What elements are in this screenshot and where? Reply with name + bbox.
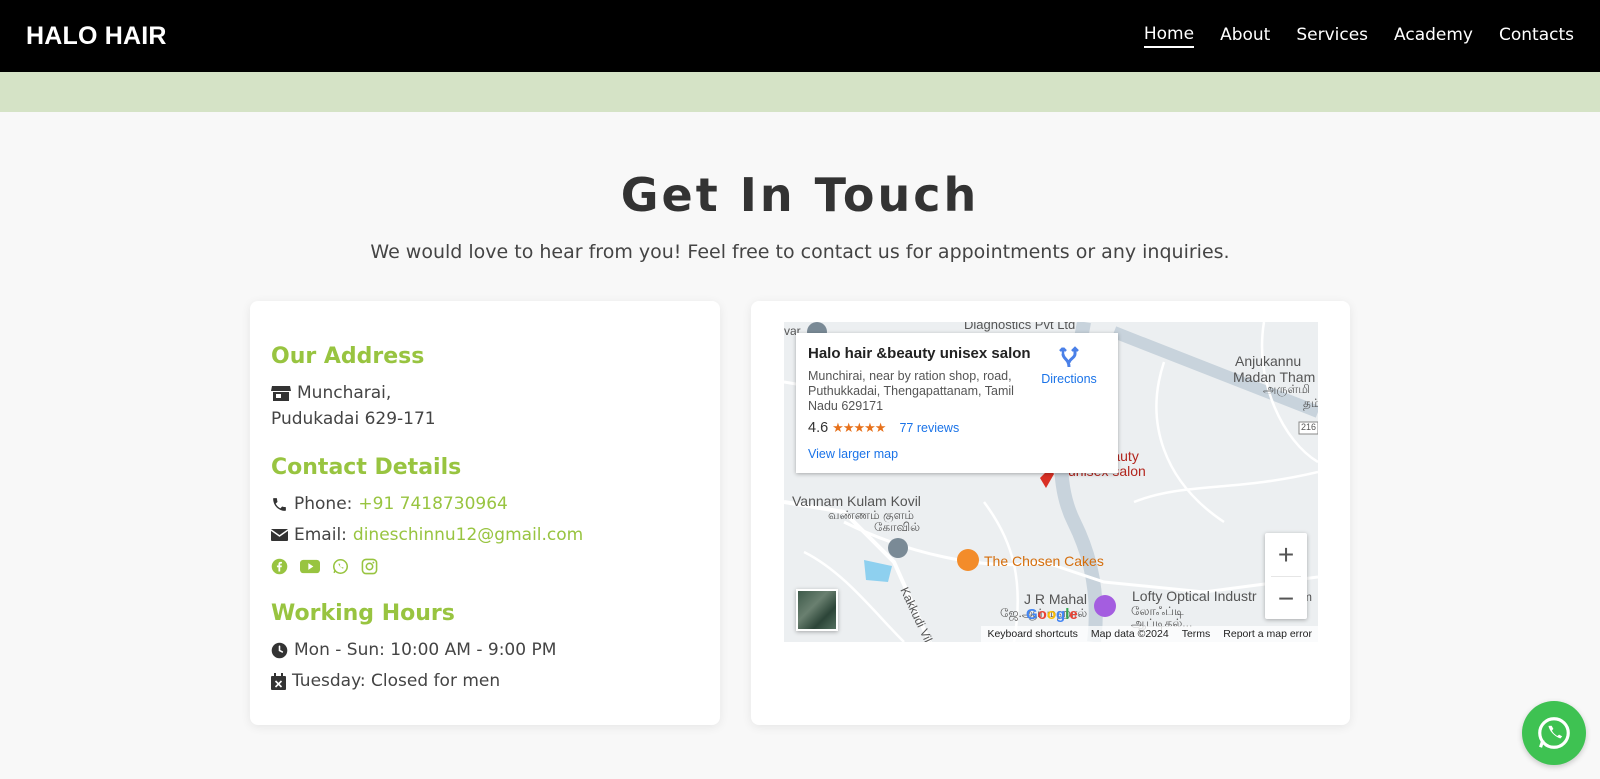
directions-icon [1059, 346, 1079, 368]
map-label-lofty: Lofty Optical Industr [1132, 588, 1257, 604]
directions-label: Directions [1041, 372, 1097, 386]
calendar-x-icon [271, 672, 286, 690]
place-rating: 4.6 ★★★★★ 77 reviews [808, 420, 959, 436]
terms-link[interactable]: Terms [1182, 628, 1211, 640]
hours-line-2-text: Tuesday: Closed for men [292, 671, 501, 691]
working-hours-title: Working Hours [271, 601, 455, 626]
map-label-cakes: The Chosen Cakes [984, 553, 1104, 569]
directions-button[interactable]: Directions [1039, 345, 1099, 386]
envelope-icon [271, 529, 288, 541]
page-subtitle: We would love to hear from you! Feel fre… [370, 241, 1230, 263]
youtube-icon[interactable] [300, 558, 320, 575]
contact-details-title: Contact Details [271, 455, 462, 480]
whatsapp-icon [1538, 717, 1570, 749]
email-line: Email: dineschinnu12@gmail.com [271, 525, 583, 545]
map-attribution: Keyboard shortcuts Map data ©2024 Terms … [981, 626, 1318, 642]
whatsapp-float-button[interactable] [1522, 701, 1586, 765]
report-error-link[interactable]: Report a map error [1223, 628, 1312, 640]
rating-value: 4.6 [808, 420, 829, 436]
reviews-link[interactable]: 77 reviews [899, 421, 959, 435]
address-line-2: Pudukadai 629-171 [271, 409, 436, 429]
hours-line-1: Mon - Sun: 10:00 AM - 9:00 PM [271, 640, 556, 660]
social-links [271, 558, 378, 575]
top-navbar: HALO HAIR Home About Services Academy Co… [0, 0, 1600, 72]
map-place-card: Halo hair &beauty unisex salon Munchirai… [796, 333, 1118, 473]
map-label-road: 216 [1301, 422, 1317, 432]
google-logo: Google [1026, 606, 1078, 623]
zoom-out-button[interactable]: − [1265, 577, 1307, 620]
nav-link-services[interactable]: Services [1296, 25, 1368, 47]
phone-line: Phone: +91 7418730964 [271, 494, 508, 514]
nav-link-home[interactable]: Home [1143, 24, 1195, 48]
view-larger-map-link[interactable]: View larger map [808, 447, 898, 461]
contact-info-card: Our Address Muncharai, Pudukadai 629-171… [250, 301, 720, 725]
keyboard-shortcuts-link[interactable]: Keyboard shortcuts [987, 628, 1077, 640]
hero-band [0, 72, 1600, 112]
embedded-map[interactable]: Diagnostics Pvt Ltd var Anjukannu Madan … [784, 322, 1318, 642]
phone-icon [273, 497, 286, 511]
page-title: Get In Touch [620, 168, 980, 222]
whatsapp-icon[interactable] [332, 558, 349, 575]
hours-line-1-text: Mon - Sun: 10:00 AM - 9:00 PM [294, 640, 557, 660]
address-title: Our Address [271, 344, 425, 369]
map-label-diagnostics: Diagnostics Pvt Ltd [964, 322, 1076, 332]
nav-links: Home About Services Academy Contacts [1143, 24, 1574, 48]
phone-label: Phone: [294, 494, 353, 514]
rating-stars-icon: ★★★★★ [832, 420, 886, 435]
address-line-1: Muncharai, [271, 383, 391, 403]
nav-link-academy[interactable]: Academy [1394, 25, 1473, 47]
satellite-toggle-button[interactable] [796, 589, 838, 631]
map-label-tamil-temple-2: தம் [1303, 396, 1318, 410]
map-zoom-controls: + − [1265, 533, 1307, 619]
clock-icon [271, 642, 288, 658]
instagram-icon[interactable] [361, 558, 378, 575]
zoom-in-button[interactable]: + [1265, 533, 1307, 576]
hours-line-2: Tuesday: Closed for men [271, 671, 500, 691]
nav-link-contacts[interactable]: Contacts [1499, 25, 1574, 47]
place-name: Halo hair &beauty unisex salon [808, 345, 1031, 362]
email-link[interactable]: dineschinnu12@gmail.com [353, 525, 583, 545]
map-label-vannam: Vannam Kulam Kovil [792, 493, 921, 509]
nav-link-about[interactable]: About [1220, 25, 1270, 47]
phone-link[interactable]: +91 7418730964 [358, 494, 507, 514]
map-label-jr-mahal: J R Mahal [1024, 591, 1088, 607]
address-line-1-text: Muncharai, [297, 383, 392, 403]
store-icon [271, 385, 291, 401]
place-address: Munchirai, near by ration shop, road, Pu… [808, 369, 1014, 413]
map-label-vannam-tamil-2: கோவில் [874, 520, 921, 534]
map-label-anjukannu: Anjukannu [1235, 353, 1302, 369]
facebook-icon[interactable] [271, 558, 288, 575]
brand-logo[interactable]: HALO HAIR [26, 22, 167, 51]
map-data-text: Map data ©2024 [1090, 628, 1169, 640]
email-label: Email: [294, 525, 347, 545]
map-card: Diagnostics Pvt Ltd var Anjukannu Madan … [751, 301, 1350, 725]
